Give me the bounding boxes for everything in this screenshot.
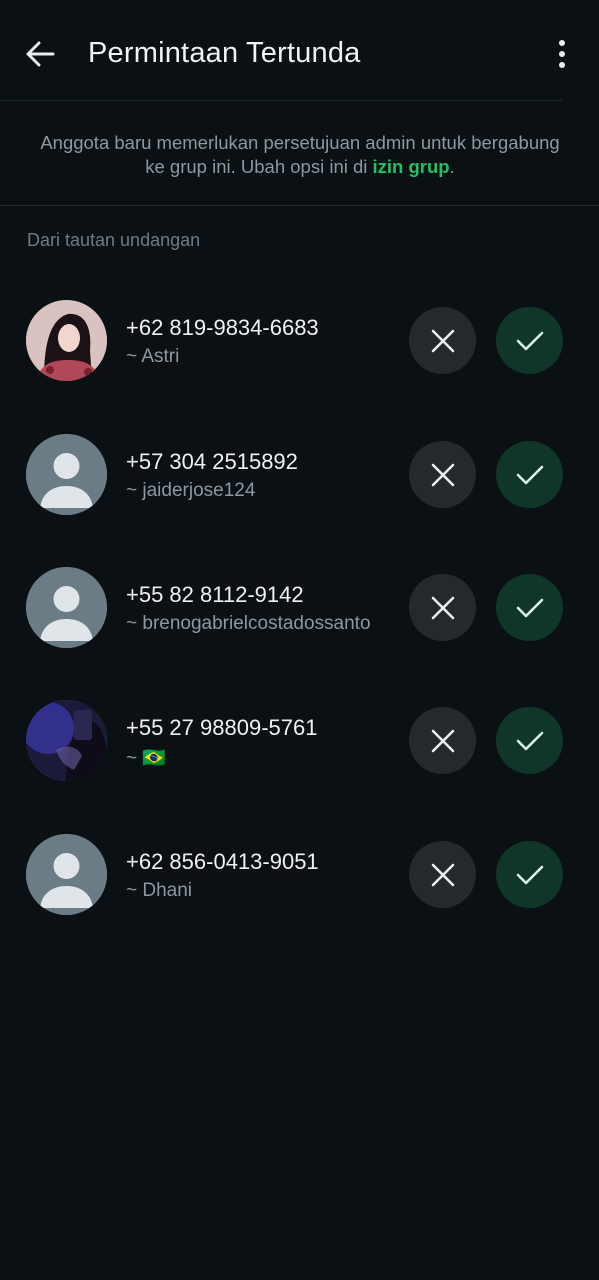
info-divider <box>0 205 599 206</box>
reject-button[interactable] <box>409 574 476 641</box>
approve-button[interactable] <box>496 574 563 641</box>
request-row: +57 304 2515892 ~ jaiderjose124 <box>0 434 599 534</box>
request-alias: ~ Astri <box>126 346 180 367</box>
request-phone: +62 856-0413-9051 <box>126 849 319 874</box>
approve-button[interactable] <box>496 707 563 774</box>
app-bar: Permintaan Tertunda <box>0 0 599 100</box>
section-label: Dari tautan undangan <box>27 230 201 250</box>
avatar[interactable] <box>26 567 107 648</box>
avatar[interactable] <box>26 434 107 515</box>
close-icon <box>431 863 454 886</box>
request-phone: +62 819-9834-6683 <box>126 315 319 340</box>
request-alias: ~ Dhani <box>126 880 193 901</box>
back-button[interactable] <box>20 36 60 72</box>
group-permissions-link[interactable]: izin grup <box>373 156 450 177</box>
reject-button[interactable] <box>409 307 476 374</box>
close-icon <box>431 596 454 619</box>
request-phone: +55 82 8112-9142 <box>126 582 304 607</box>
approve-button[interactable] <box>496 307 563 374</box>
request-phone: +55 27 98809-5761 <box>126 715 318 740</box>
request-alias: ~ 🇧🇷 <box>126 748 167 769</box>
more-options-button[interactable] <box>548 36 576 72</box>
avatar[interactable] <box>26 300 107 381</box>
reject-button[interactable] <box>409 841 476 908</box>
avatar[interactable] <box>26 700 107 781</box>
request-row: +62 856-0413-9051 ~ Dhani <box>0 834 599 934</box>
arrow-left-icon <box>26 41 55 67</box>
reject-button[interactable] <box>409 441 476 508</box>
reject-button[interactable] <box>409 707 476 774</box>
request-alias: ~ brenogabrielcostadossanto <box>126 613 371 634</box>
check-icon <box>516 865 543 884</box>
request-row: +55 82 8112-9142 ~ brenogabrielcostadossa… <box>0 567 599 667</box>
close-icon <box>431 329 454 352</box>
check-icon <box>516 598 543 617</box>
close-icon <box>431 729 454 752</box>
close-icon <box>431 463 454 486</box>
info-text: Anggota baru memerlukan persetujuan admi… <box>40 132 560 177</box>
check-icon <box>516 331 543 350</box>
request-row: +62 819-9834-6683 ~ Astri <box>0 300 599 400</box>
check-icon <box>516 731 543 750</box>
approve-button[interactable] <box>496 441 563 508</box>
check-icon <box>516 465 543 484</box>
request-phone: +57 304 2515892 <box>126 449 298 474</box>
request-alias: ~ jaiderjose124 <box>126 480 256 501</box>
page-title: Permintaan Tertunda <box>88 37 361 69</box>
header-divider <box>0 100 562 101</box>
request-row: +55 27 98809-5761 ~ 🇧🇷 <box>0 700 599 800</box>
pending-requests-screen: Permintaan Tertunda Anggota baru memerlu… <box>0 0 599 1280</box>
more-vertical-icon <box>559 40 565 46</box>
avatar[interactable] <box>26 834 107 915</box>
approve-button[interactable] <box>496 841 563 908</box>
